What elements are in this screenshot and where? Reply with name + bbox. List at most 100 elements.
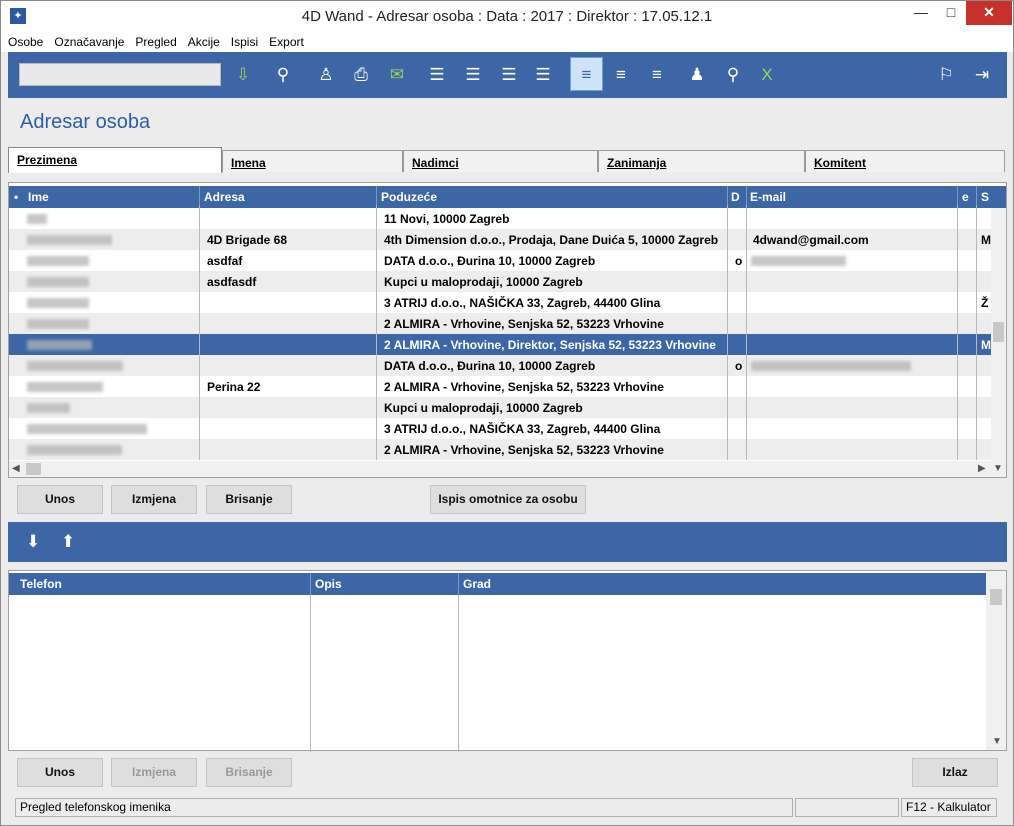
menu-ispisi[interactable]: Ispisi	[227, 32, 262, 52]
col-adresa[interactable]: Adresa	[204, 190, 245, 204]
phone-toolbar: ⬇ ⬆	[8, 522, 1007, 562]
phone-grid[interactable]: Telefon Opis Grad ▼	[8, 570, 1007, 752]
izmjena-button[interactable]: Izmjena	[111, 485, 197, 514]
location-pin-icon[interactable]: ⚲	[720, 62, 746, 88]
tab-zanimanja[interactable]: Zanimanja	[598, 150, 805, 172]
arrow-down-icon[interactable]: ⬇	[26, 532, 40, 552]
cell-poduzece: DATA d.o.o., Đurina 10, 10000 Zagreb	[384, 254, 596, 268]
title-bar: ✦ 4D Wand - Adresar osoba : Data : 2017 …	[1, 1, 1013, 32]
tab-komitent[interactable]: Komitent	[805, 150, 1005, 172]
izlaz-button[interactable]: Izlaz	[912, 758, 998, 787]
cell-adresa: Perina 22	[207, 380, 261, 394]
search-icon[interactable]: ⚲	[270, 62, 296, 88]
scroll-thumb[interactable]	[990, 589, 1002, 605]
brisanje-button[interactable]: Brisanje	[206, 485, 292, 514]
page-title: Adresar osoba	[20, 111, 151, 133]
table-row[interactable]: 3 ATRIJ d.o.o., NAŠIČKA 33, Zagreb, 4440…	[9, 292, 991, 313]
scroll-down-icon[interactable]: ▼	[993, 461, 1003, 477]
tab-imena[interactable]: Imena	[222, 150, 403, 172]
redacted-name	[27, 445, 122, 455]
menu-oznacavanje[interactable]: Označavanje	[50, 32, 128, 52]
cell-poduzece: 11 Novi, 10000 Zagreb	[384, 212, 510, 226]
print-icon[interactable]: ⎙	[348, 62, 374, 88]
import-icon[interactable]: ⇩	[230, 62, 256, 88]
envelope-print-icon[interactable]: ✉	[384, 62, 410, 88]
view-compact-icon[interactable]: ≡	[608, 62, 634, 88]
col-s[interactable]: S	[981, 190, 989, 204]
unos-button[interactable]: Unos	[17, 485, 103, 514]
list-refresh-icon[interactable]: ☰	[530, 62, 556, 88]
grid-vertical-scrollbar[interactable]	[991, 208, 1006, 463]
col-email[interactable]: E-mail	[750, 190, 786, 204]
table-row[interactable]: 2 ALMIRA - Vrhovine, Senjska 52, 53223 V…	[9, 313, 991, 334]
list-add-icon[interactable]: ☰	[424, 62, 450, 88]
tab-label: Zanimanja	[607, 156, 667, 170]
redacted-name	[27, 235, 112, 245]
tab-nadimci[interactable]: Nadimci	[403, 150, 598, 172]
tab-label: Prezimena	[17, 153, 78, 167]
menu-osobe[interactable]: Osobe	[4, 32, 47, 52]
table-row[interactable]: asdfaf DATA d.o.o., Đurina 10, 10000 Zagr…	[9, 250, 991, 271]
list-move-icon[interactable]: ☰	[460, 62, 486, 88]
redacted-email	[751, 361, 911, 371]
person-icon[interactable]: ♙	[313, 62, 339, 88]
phone-grid-scrollbar[interactable]: ▼	[986, 571, 1006, 750]
phone-brisanje-button: Brisanje	[206, 758, 292, 787]
scroll-down-icon[interactable]: ▼	[992, 734, 1002, 750]
redacted-name	[27, 361, 123, 371]
redacted-name	[27, 340, 92, 350]
close-button[interactable]: ✕	[966, 1, 1012, 25]
col-telefon[interactable]: Telefon	[20, 577, 62, 591]
list-remove-icon[interactable]: ☰	[496, 62, 522, 88]
view-list-icon[interactable]: ≡	[570, 57, 603, 91]
table-row[interactable]: 4D Brigade 68 4th Dimension d.o.o., Proda…	[9, 229, 991, 250]
persons-grid[interactable]: • Ime Adresa Poduzeće D E-mail e S 11 No…	[8, 182, 1007, 478]
col-ime[interactable]: Ime	[28, 190, 49, 204]
contact-card-icon[interactable]: ♟	[684, 62, 710, 88]
restore-button[interactable]: □	[936, 1, 966, 25]
menu-pregled[interactable]: Pregled	[131, 32, 180, 52]
menu-akcije[interactable]: Akcije	[184, 32, 224, 52]
redacted-email	[751, 256, 846, 266]
phone-izmjena-button: Izmjena	[111, 758, 197, 787]
col-opis[interactable]: Opis	[315, 577, 342, 591]
scroll-left-icon[interactable]: ◀	[12, 461, 20, 477]
table-row[interactable]: 3 ATRIJ d.o.o., NAŠIČKA 33, Zagreb, 4440…	[9, 418, 991, 439]
col-d[interactable]: D	[731, 190, 740, 204]
table-row[interactable]: DATA d.o.o., Đurina 10, 10000 Zagreb o	[9, 355, 991, 376]
excel-export-icon[interactable]: X	[754, 62, 780, 88]
minimize-button[interactable]: —	[906, 1, 936, 25]
table-row[interactable]: 2 ALMIRA - Vrhovine, Senjska 52, 53223 V…	[9, 439, 991, 460]
tab-label: Komitent	[814, 156, 866, 170]
scroll-thumb[interactable]	[993, 322, 1004, 342]
cell-adresa: asdfaf	[207, 254, 243, 268]
cell-poduzece: 3 ATRIJ d.o.o., NAŠIČKA 33, Zagreb, 4440…	[384, 422, 661, 436]
table-row[interactable]: 2 ALMIRA - Vrhovine, Direktor, Senjska 5…	[9, 334, 991, 355]
table-row[interactable]: asdfasdf Kupci u maloprodaji, 10000 Zagre…	[9, 271, 991, 292]
col-e[interactable]: e	[962, 190, 969, 204]
table-row[interactable]: Perina 22 2 ALMIRA - Vrhovine, Senjska 52…	[9, 376, 991, 397]
cell-poduzece: Kupci u maloprodaji, 10000 Zagreb	[384, 401, 583, 415]
grid-horizontal-scrollbar[interactable]: ◀ ▶ ▼	[9, 461, 1006, 477]
cell-poduzece: 2 ALMIRA - Vrhovine, Direktor, Senjska 5…	[384, 338, 716, 352]
table-row[interactable]: 11 Novi, 10000 Zagreb	[9, 208, 991, 229]
redacted-name	[27, 319, 89, 329]
phone-unos-button[interactable]: Unos	[17, 758, 103, 787]
menu-export[interactable]: Export	[265, 32, 308, 52]
arrow-up-icon[interactable]: ⬆	[61, 532, 75, 552]
col-poduzece[interactable]: Poduzeće	[381, 190, 437, 204]
search-input[interactable]	[19, 63, 221, 86]
col-marker[interactable]: •	[14, 190, 18, 204]
table-row[interactable]: Kupci u maloprodaji, 10000 Zagreb	[9, 397, 991, 418]
exit-icon[interactable]: ⇥	[969, 62, 995, 88]
view-dense-icon[interactable]: ≡	[644, 62, 670, 88]
scroll-right-icon[interactable]: ▶	[978, 461, 986, 477]
menu-bar: Osobe Označavanje Pregled Akcije Ispisi Expor…	[1, 32, 1013, 52]
col-grad[interactable]: Grad	[463, 577, 491, 591]
tab-strip: Prezimena Imena Nadimci Zanimanja Komite…	[8, 147, 1007, 173]
status-shortcut: F12 - Kalkulator	[901, 798, 997, 817]
tab-prezimena[interactable]: Prezimena	[8, 147, 222, 173]
signpost-icon[interactable]: ⚐	[933, 62, 959, 88]
scroll-thumb[interactable]	[26, 463, 41, 475]
print-envelope-button[interactable]: Ispis omotnice za osobu	[430, 485, 586, 514]
